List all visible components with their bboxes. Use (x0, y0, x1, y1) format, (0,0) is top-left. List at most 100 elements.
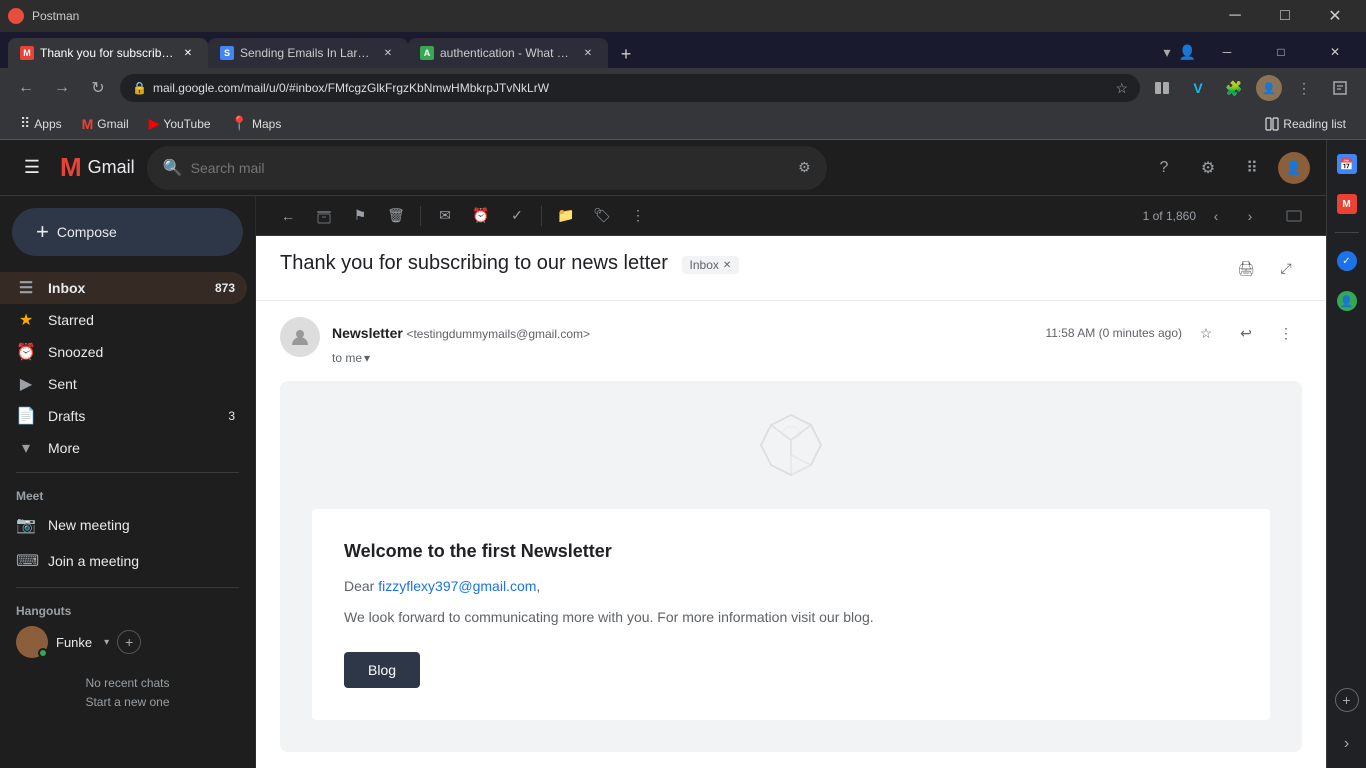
nav-item-inbox[interactable]: ☰ Inbox 873 (0, 272, 247, 304)
nav-item-snoozed[interactable]: ⏰ Snoozed (0, 336, 247, 368)
nav-item-starred[interactable]: ★ Starred (0, 304, 247, 336)
sidebar-tasks-icon[interactable]: ✓ (1331, 245, 1363, 277)
search-options-icon[interactable]: ⚙ (798, 159, 811, 176)
sidebar-arrow-right-icon[interactable]: › (1331, 728, 1363, 760)
hangout-user-item[interactable]: Funke ▾ + (16, 626, 239, 658)
back-to-inbox-button[interactable]: ← (272, 200, 304, 232)
more-actions-button[interactable]: ⋮ (622, 200, 654, 232)
close-button[interactable]: ✕ (1312, 0, 1358, 32)
bookmark-star-icon[interactable]: ☆ (1115, 80, 1128, 97)
snooze-button[interactable]: ⏰ (465, 200, 497, 232)
compose-label: Compose (57, 224, 117, 240)
search-input[interactable] (191, 160, 791, 176)
extensions-icon[interactable]: 🧩 (1220, 74, 1248, 102)
email-logo-area (280, 381, 1302, 509)
minimize-button[interactable]: ─ (1212, 0, 1258, 32)
tab-dropdown-icon[interactable]: ▾ (1164, 44, 1171, 61)
star-icon: ★ (16, 310, 36, 330)
apps-grid-icon[interactable]: ⠿ (1234, 150, 1270, 186)
spam-button[interactable]: ⚑ (344, 200, 376, 232)
sender-info: Newsletter <testingdummymails@gmail.com>… (332, 317, 1302, 365)
sidebar-add-button[interactable]: + (1335, 688, 1359, 712)
email-welcome-title: Welcome to the first Newsletter (344, 541, 1238, 562)
sidebar-calendar-icon[interactable]: 📅 (1331, 148, 1363, 180)
help-icon[interactable]: ? (1146, 150, 1182, 186)
browser-tab-2[interactable]: S Sending Emails In Laravel 8 Using... ✕ (208, 38, 408, 68)
email-to-me[interactable]: to me ▾ (332, 351, 1302, 365)
view-options-button[interactable] (1278, 200, 1310, 232)
tab-bar-close[interactable]: ✕ (1312, 36, 1358, 68)
delete-button[interactable]: 🗑 (380, 200, 412, 232)
dropdown-arrow-icon: ▾ (104, 637, 109, 648)
title-bar-left: Postman (8, 8, 79, 24)
reader-view-icon[interactable] (1148, 74, 1176, 102)
inbox-filter-badge[interactable]: Inbox ✕ (682, 256, 740, 274)
nav-item-more[interactable]: ▾ More (0, 432, 247, 464)
gmail-logo: M Gmail (60, 152, 135, 183)
tab2-close-icon[interactable]: ✕ (380, 45, 396, 61)
browser-right-sidebar: 📅 M ✓ 👤 + › (1326, 140, 1366, 768)
gmail-search-bar[interactable]: 🔍 ⚙ (147, 146, 827, 190)
bookmark-youtube[interactable]: ▶ YouTube (141, 112, 219, 135)
sidebar-contacts-icon[interactable]: 👤 (1331, 285, 1363, 317)
move-to-button[interactable]: 📁 (550, 200, 582, 232)
vimeo-icon[interactable]: V (1184, 74, 1212, 102)
label-button[interactable]: 🏷 (586, 200, 618, 232)
reading-list-button[interactable]: Reading list (1257, 114, 1354, 134)
prev-email-button[interactable]: ‹ (1200, 200, 1232, 232)
tab-bar-max[interactable]: □ (1258, 36, 1304, 68)
sender-email-text: <testingdummymails@gmail.com> (406, 327, 590, 341)
sender-details: Newsletter <testingdummymails@gmail.com> (332, 325, 590, 341)
tab1-close-icon[interactable]: ✕ (180, 45, 196, 61)
browser-tab-1[interactable]: M Thank you for subscribing to ou... ✕ (8, 38, 208, 68)
join-meeting-item[interactable]: ⌨ Join a meeting (0, 543, 255, 579)
reply-button[interactable]: ↩ (1230, 317, 1262, 349)
open-in-new-window-button[interactable]: ⤢ (1270, 252, 1302, 284)
settings-icon[interactable]: ⚙ (1190, 150, 1226, 186)
drafts-icon: 📄 (16, 406, 36, 426)
bookmark-gmail[interactable]: M Gmail (74, 113, 137, 135)
more-email-options-button[interactable]: ⋮ (1270, 317, 1302, 349)
tab3-close-icon[interactable]: ✕ (580, 45, 596, 61)
url-bar[interactable]: 🔒 mail.google.com/mail/u/0/#inbox/FMfcgz… (120, 74, 1140, 102)
blog-button[interactable]: Blog (344, 652, 420, 688)
nav-item-drafts[interactable]: 📄 Drafts 3 (0, 400, 247, 432)
reload-button[interactable]: ↻ (84, 74, 112, 102)
bookmark-apps[interactable]: ⠿ Apps (12, 112, 70, 135)
next-email-button[interactable]: › (1234, 200, 1266, 232)
tab-right-controls: ▾ 👤 ─ □ ✕ (1164, 36, 1366, 68)
bookmark-maps[interactable]: 📍 Maps (223, 112, 290, 135)
gmail-header: ☰ M Gmail 🔍 ⚙ ? ⚙ ⠿ 👤 (0, 140, 1326, 196)
hamburger-menu-icon[interactable]: ☰ (16, 152, 48, 184)
profile-avatar[interactable]: 👤 (1256, 75, 1282, 101)
inbox-badge-close-icon[interactable]: ✕ (723, 260, 731, 271)
gmail-logo-text: Gmail (88, 157, 135, 178)
mark-done-button[interactable]: ✓ (501, 200, 533, 232)
new-meeting-item[interactable]: 📷 New meeting (0, 507, 255, 543)
search-icon: 🔍 (163, 158, 183, 178)
email-recipient-link[interactable]: fizzyflexy397@gmail.com (378, 578, 536, 594)
gmail-profile-avatar[interactable]: 👤 (1278, 152, 1310, 184)
star-email-button[interactable]: ☆ (1190, 317, 1222, 349)
add-hangout-button[interactable]: + (117, 630, 141, 654)
no-chats-message: No recent chats Start a new one (16, 674, 239, 712)
browser-menu-icon[interactable]: ⋮ (1290, 74, 1318, 102)
sender-name-text: Newsletter (332, 325, 403, 341)
nav-item-sent[interactable]: ▶ Sent (0, 368, 247, 400)
tab1-title: Thank you for subscribing to ou... (40, 46, 174, 60)
tab-bar-min[interactable]: ─ (1204, 36, 1250, 68)
new-tab-button[interactable]: + (612, 40, 640, 68)
archive-button[interactable] (308, 200, 340, 232)
forward-button[interactable]: → (48, 74, 76, 102)
browser-tab-3[interactable]: A authentication - What are the da... ✕ (408, 38, 608, 68)
favorites-icon[interactable] (1326, 74, 1354, 102)
mark-unread-button[interactable]: ✉ (429, 200, 461, 232)
toolbar-divider-1 (420, 206, 421, 226)
maximize-button[interactable]: □ (1262, 0, 1308, 32)
compose-button[interactable]: + Compose (12, 208, 243, 256)
print-email-button[interactable]: 🖨 (1230, 252, 1262, 284)
sidebar-gmail-icon[interactable]: M (1331, 188, 1363, 220)
join-meeting-label: Join a meeting (48, 553, 139, 569)
user-account-icon[interactable]: 👤 (1179, 44, 1196, 61)
back-button[interactable]: ← (12, 74, 40, 102)
